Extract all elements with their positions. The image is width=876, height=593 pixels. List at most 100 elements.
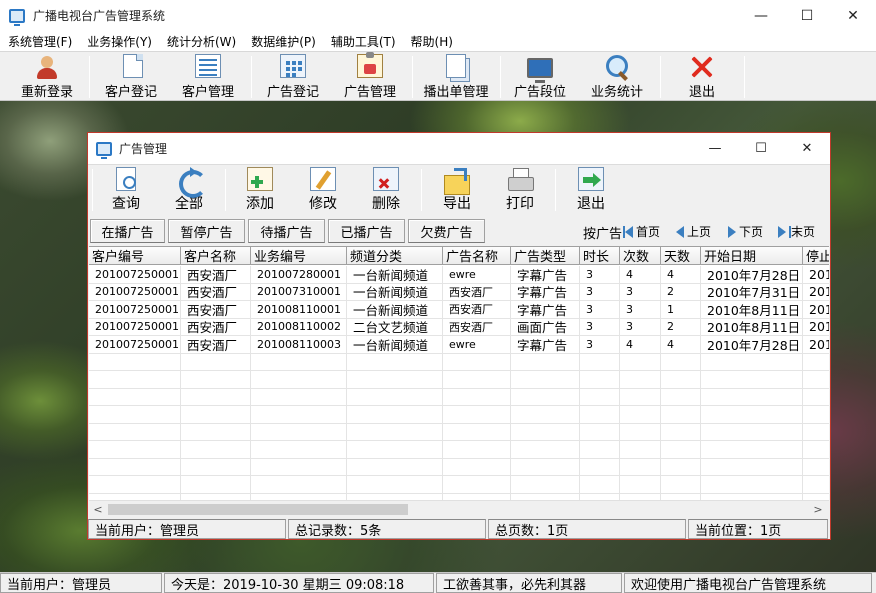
- add-button[interactable]: 添加: [240, 167, 280, 213]
- menu-stats[interactable]: 统计分析(W): [159, 33, 243, 50]
- table-cell: [181, 476, 251, 494]
- ad-slot-label: 广告段位: [513, 85, 566, 100]
- table-cell: [661, 441, 701, 459]
- grid-body: 201007250001 西安酒厂 201007280001 一台新闻频道 ewre 字幕…: [89, 266, 829, 502]
- sort-by-label: 按广告: [583, 227, 623, 242]
- ad-manage-button[interactable]: 广告管理: [340, 52, 400, 100]
- tab-paused[interactable]: 暂停广告: [168, 219, 245, 243]
- menu-business[interactable]: 业务操作(Y): [79, 33, 159, 50]
- col-channel[interactable]: 频道分类: [347, 247, 443, 265]
- ad-slot-button[interactable]: 广告段位: [510, 54, 570, 100]
- minimize-button[interactable]: —: [738, 0, 784, 31]
- tab-pending[interactable]: 待播广告: [248, 219, 325, 243]
- table-row[interactable]: [89, 371, 829, 389]
- table-cell: [443, 441, 511, 459]
- all-button[interactable]: 全部: [169, 167, 209, 213]
- ad-register-button[interactable]: 广告登记: [263, 54, 323, 100]
- customer-manage-button[interactable]: 客户管理: [178, 54, 238, 100]
- business-stats-button[interactable]: 业务统计: [587, 54, 647, 100]
- tab-aired[interactable]: 已播广告: [328, 219, 405, 243]
- export-button[interactable]: 导出: [437, 167, 477, 213]
- table-cell: [803, 371, 829, 389]
- ad-data-grid[interactable]: 客户编号 客户名称 业务编号 频道分类 广告名称 广告类型 时长 次数 天数 开…: [89, 246, 829, 502]
- table-cell: [511, 406, 580, 424]
- col-start-date[interactable]: 开始日期: [701, 247, 803, 265]
- table-row[interactable]: [89, 406, 829, 424]
- last-page-button[interactable]: 末页: [778, 223, 815, 240]
- child-exit-button[interactable]: 退出: [571, 167, 611, 213]
- child-minimize-button[interactable]: —: [692, 133, 738, 164]
- table-row[interactable]: [89, 441, 829, 459]
- maximize-button[interactable]: ☐: [784, 0, 830, 31]
- scroll-left-icon[interactable]: <: [91, 503, 105, 516]
- table-cell: [347, 423, 443, 441]
- table-cell: [701, 423, 803, 441]
- table-cell: 2010年7月31日: [701, 283, 803, 301]
- col-ad-name[interactable]: 广告名称: [443, 247, 511, 265]
- table-cell: [620, 388, 661, 406]
- table-cell: [181, 353, 251, 371]
- relogin-button[interactable]: 重新登录: [17, 54, 77, 100]
- table-row[interactable]: [89, 388, 829, 406]
- table-row[interactable]: 201007250001 西安酒厂 201008110003 一台新闻频道 ewre 字幕…: [89, 336, 829, 354]
- monitor-icon: [527, 58, 553, 83]
- status-datetime: 今天是：2019-10-30 星期三 09:08:18: [164, 573, 434, 593]
- menu-system[interactable]: 系统管理(F): [0, 33, 79, 50]
- table-cell: 2010年7月28日: [701, 336, 803, 354]
- broadcast-manage-label: 播出单管理: [423, 85, 489, 100]
- col-count[interactable]: 次数: [620, 247, 661, 265]
- table-row[interactable]: 201007250001 西安酒厂 201007310001 一台新闻频道 西安酒厂 字幕…: [89, 283, 829, 301]
- exit-button[interactable]: 退出: [672, 54, 732, 100]
- table-row[interactable]: 201007250001 西安酒厂 201007280001 一台新闻频道 ewre 字幕…: [89, 266, 829, 284]
- col-ad-type[interactable]: 广告类型: [511, 247, 580, 265]
- magnifier-icon: [604, 54, 630, 78]
- broadcast-manage-button[interactable]: 播出单管理: [419, 54, 493, 100]
- table-row[interactable]: [89, 423, 829, 441]
- delete-button[interactable]: 删除: [366, 167, 406, 213]
- child-close-button[interactable]: ✕: [784, 133, 830, 164]
- col-customer-name[interactable]: 客户名称: [181, 247, 251, 265]
- horizontal-scrollbar[interactable]: < >: [89, 500, 829, 517]
- table-cell: 西安酒厂: [443, 301, 511, 319]
- child-maximize-button[interactable]: ☐: [738, 133, 784, 164]
- table-row[interactable]: 201007250001 西安酒厂 201008110002 二台文艺频道 西安酒厂 画面…: [89, 318, 829, 336]
- table-cell: 201: [803, 319, 829, 336]
- table-row[interactable]: [89, 458, 829, 476]
- table-cell: [347, 406, 443, 424]
- table-cell: 3: [580, 283, 620, 301]
- right-triangle-icon: [778, 225, 786, 238]
- table-row[interactable]: [89, 353, 829, 371]
- table-cell: 4: [620, 336, 661, 354]
- table-cell: 西安酒厂: [181, 301, 251, 319]
- customer-register-button[interactable]: 客户登记: [101, 54, 161, 100]
- table-row[interactable]: 201007250001 西安酒厂 201008110001 一台新闻频道 西安酒厂 字幕…: [89, 301, 829, 319]
- next-page-button[interactable]: 下页: [728, 223, 763, 240]
- table-cell: [580, 441, 620, 459]
- tab-arrears[interactable]: 欠费广告: [408, 219, 485, 243]
- prev-triangle-icon: [676, 225, 684, 238]
- prev-page-button[interactable]: 上页: [676, 223, 711, 240]
- table-cell: [89, 458, 181, 476]
- menu-help[interactable]: 帮助(H): [403, 33, 460, 50]
- table-cell: 西安酒厂: [181, 283, 251, 301]
- menu-tools[interactable]: 辅助工具(T): [323, 33, 403, 50]
- col-business-id[interactable]: 业务编号: [251, 247, 347, 265]
- table-cell: [347, 441, 443, 459]
- tab-on-air[interactable]: 在播广告: [90, 219, 165, 243]
- scroll-right-icon[interactable]: >: [811, 503, 825, 516]
- main-title-bar: 广播电视台广告管理系统 — ☐ ✕: [0, 0, 876, 31]
- col-customer-id[interactable]: 客户编号: [89, 247, 181, 265]
- close-button[interactable]: ✕: [830, 0, 876, 31]
- print-button[interactable]: 打印: [500, 167, 540, 213]
- table-row[interactable]: [89, 476, 829, 494]
- col-days[interactable]: 天数: [661, 247, 701, 265]
- edit-button[interactable]: 修改: [303, 167, 343, 213]
- scroll-thumb[interactable]: [108, 504, 408, 515]
- col-duration[interactable]: 时长: [580, 247, 620, 265]
- menu-maintenance[interactable]: 数据维护(P): [243, 33, 323, 50]
- col-stop-date[interactable]: 停止: [803, 247, 829, 265]
- menu-bar: 系统管理(F) 业务操作(Y) 统计分析(W) 数据维护(P) 辅助工具(T) …: [0, 31, 876, 51]
- toolbar-separator: [421, 169, 422, 211]
- query-button[interactable]: 查询: [106, 167, 146, 213]
- first-page-button[interactable]: 首页: [623, 223, 660, 240]
